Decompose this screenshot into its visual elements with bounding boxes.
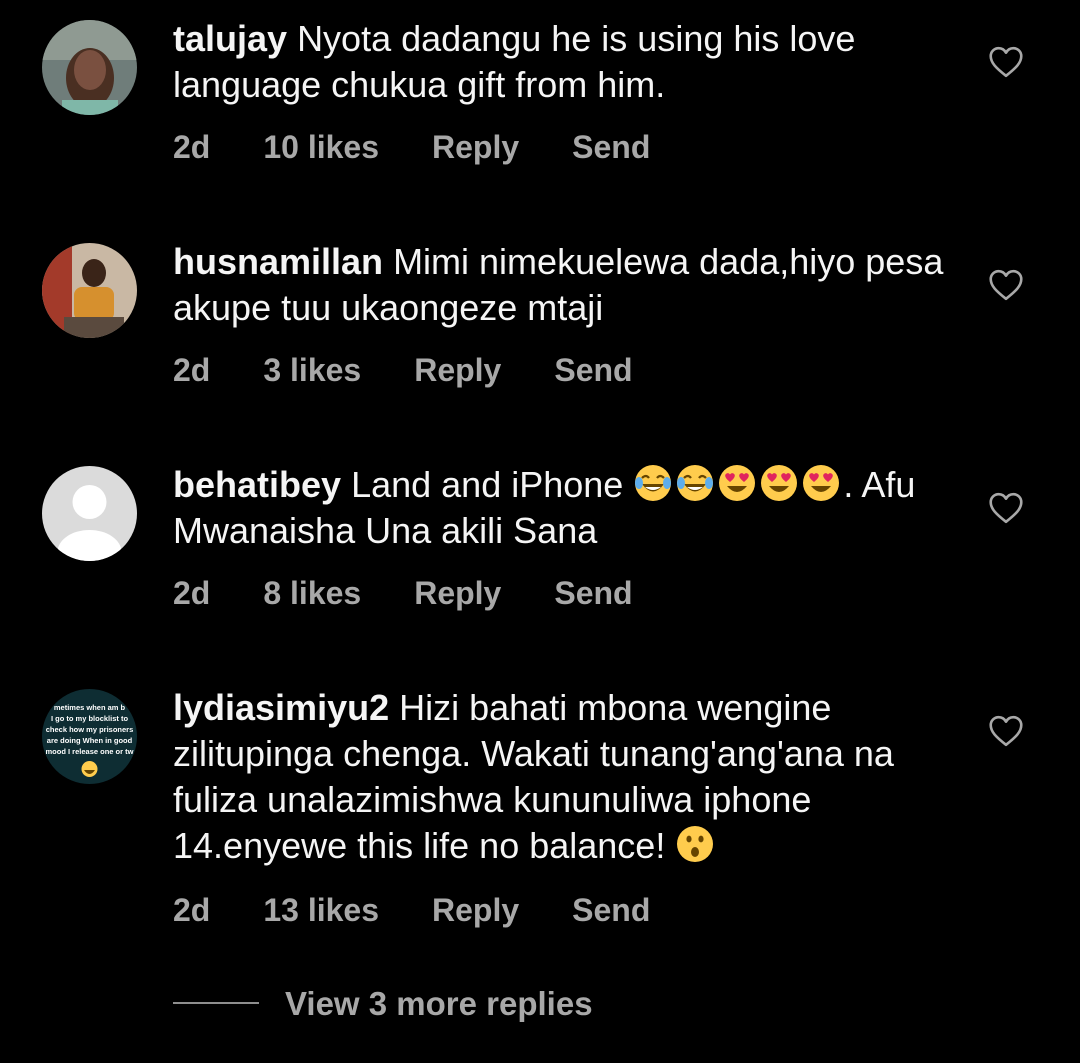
avatar-text-line: I go to my blocklist to: [51, 714, 129, 723]
comment-meta: 2d 13 likes Reply Send: [173, 890, 703, 930]
send-button[interactable]: Send: [554, 573, 632, 613]
reply-button[interactable]: Reply: [432, 127, 519, 167]
avatar-image: [42, 243, 137, 338]
likes-count[interactable]: 13 likes: [263, 890, 379, 930]
comment-age: 2d: [173, 129, 211, 165]
send-button[interactable]: Send: [572, 127, 650, 167]
reply-button[interactable]: Reply: [414, 350, 501, 390]
heart-eyes-emoji-icon: [761, 465, 798, 501]
comment-meta: 2d 8 likes Reply Send: [173, 573, 686, 613]
comment-text: husnamillan Mimi nimekuelewa dada,hiyo p…: [173, 239, 963, 331]
comment-age: 2d: [173, 575, 211, 611]
avatar-image: metimes when am b I go to my blocklist t…: [42, 689, 137, 784]
replies-divider-line: [173, 1002, 259, 1004]
astonished-face-emoji-icon: [677, 826, 714, 862]
like-heart-icon[interactable]: [988, 46, 1024, 78]
avatar-text-line: metimes when am b: [54, 703, 126, 712]
reply-button[interactable]: Reply: [414, 573, 501, 613]
comment-text: talujay Nyota dadangu he is using his lo…: [173, 16, 963, 108]
avatar[interactable]: metimes when am b I go to my blocklist t…: [42, 689, 137, 784]
likes-count[interactable]: 10 likes: [263, 127, 379, 167]
like-heart-icon[interactable]: [988, 715, 1024, 747]
comment-meta: 2d 10 likes Reply Send: [173, 127, 703, 167]
send-button[interactable]: Send: [554, 350, 632, 390]
reply-button[interactable]: Reply: [432, 890, 519, 930]
laughing-tears-emoji-icon: [677, 465, 714, 501]
comment-username[interactable]: lydiasimiyu2: [173, 687, 389, 728]
comment-username[interactable]: husnamillan: [173, 241, 383, 282]
comment-body: Land and iPhone: [351, 464, 624, 505]
avatar-text-line: are doing When in good: [47, 736, 133, 745]
comment-username[interactable]: behatibey: [173, 464, 341, 505]
heart-eyes-emoji-icon: [719, 465, 756, 501]
view-more-replies-label[interactable]: View 3 more replies: [285, 982, 593, 1026]
avatar-text-line: check how my prisoners: [46, 725, 134, 734]
default-avatar-icon: [42, 466, 137, 561]
comment-meta: 2d 3 likes Reply Send: [173, 350, 686, 390]
like-heart-icon[interactable]: [988, 269, 1024, 301]
avatar[interactable]: [42, 243, 137, 338]
comment-text: behatibey Land and iPhone . Afu Mwanaish…: [173, 462, 963, 554]
comment-age: 2d: [173, 892, 211, 928]
comment-username[interactable]: talujay: [173, 18, 287, 59]
avatar-image: [42, 20, 137, 115]
likes-count[interactable]: 8 likes: [263, 573, 361, 613]
comment-text: lydiasimiyu2 Hizi bahati mbona wengine z…: [173, 685, 963, 869]
avatar[interactable]: [42, 466, 137, 561]
laughing-tears-emoji-icon: [635, 465, 672, 501]
like-heart-icon[interactable]: [988, 492, 1024, 524]
likes-count[interactable]: 3 likes: [263, 350, 361, 390]
avatar[interactable]: [42, 20, 137, 115]
avatar-text-line: mood I release one or tw: [46, 747, 134, 756]
send-button[interactable]: Send: [572, 890, 650, 930]
comment-age: 2d: [173, 352, 211, 388]
heart-eyes-emoji-icon: [803, 465, 840, 501]
